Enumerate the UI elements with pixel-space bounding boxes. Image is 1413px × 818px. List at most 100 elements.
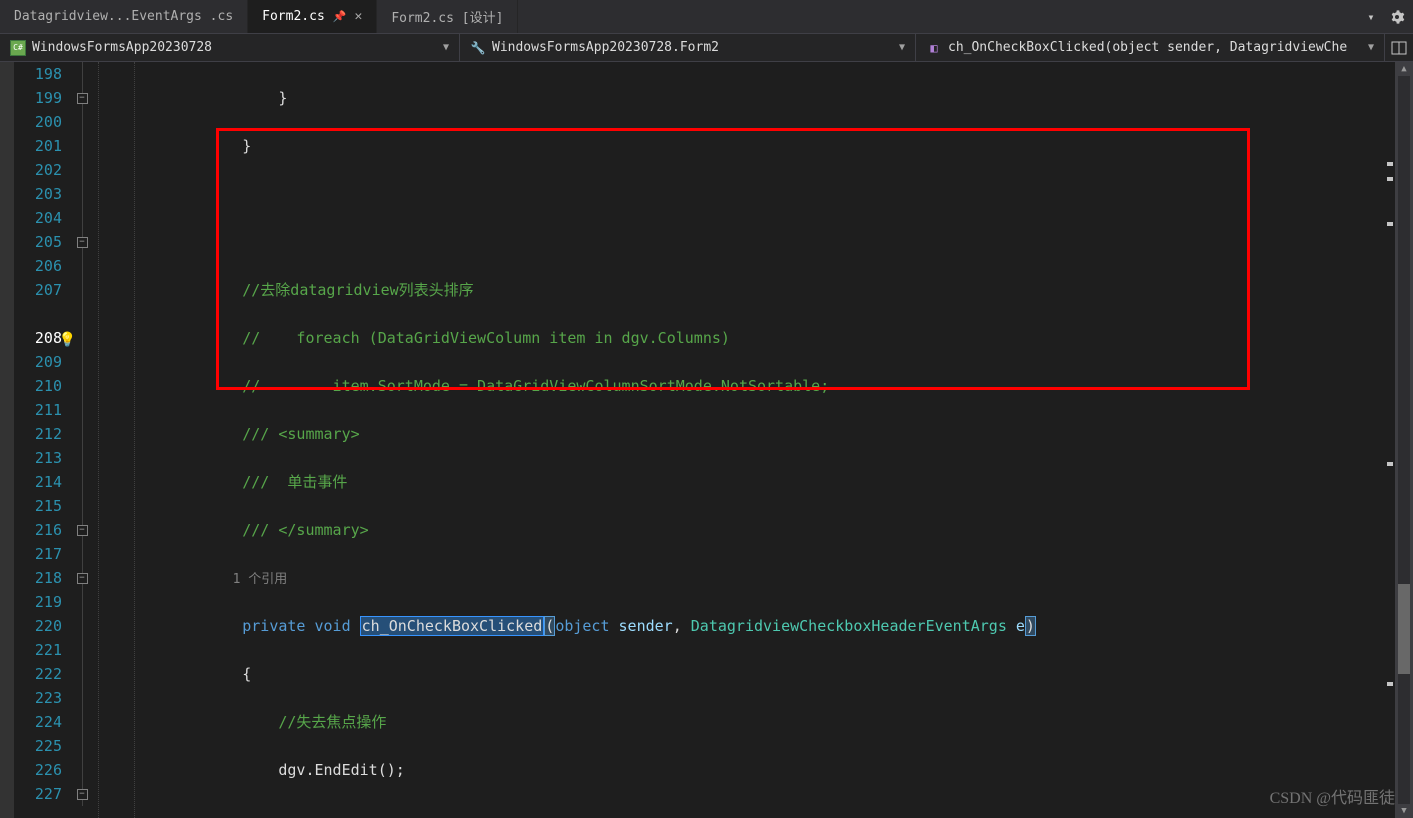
fold-marker[interactable]: − bbox=[70, 86, 94, 110]
pin-icon[interactable]: 📌 bbox=[333, 10, 347, 23]
line-number: 214 bbox=[14, 470, 62, 494]
fold-marker[interactable] bbox=[70, 398, 94, 422]
line-number: 219 bbox=[14, 590, 62, 614]
comment: //去除datagridview列表头排序 bbox=[170, 281, 474, 299]
nav-type-text: WindowsFormsApp20230728.Form2 bbox=[492, 40, 719, 55]
line-number-gutter: 198199200201202203204205206207 208💡20921… bbox=[14, 62, 70, 818]
nav-project-text: WindowsFormsApp20230728 bbox=[32, 40, 212, 55]
nav-member-text: ch_OnCheckBoxClicked(object sender, Data… bbox=[948, 40, 1347, 55]
xml-doc: /// 单击事件 bbox=[170, 473, 347, 491]
fold-marker[interactable] bbox=[70, 686, 94, 710]
fold-marker[interactable] bbox=[70, 374, 94, 398]
fold-marker[interactable]: − bbox=[70, 518, 94, 542]
nav-type-combo[interactable]: 🔧 WindowsFormsApp20230728.Form2 ▼ bbox=[460, 34, 916, 61]
line-number: 208💡 bbox=[14, 326, 62, 350]
fold-marker[interactable] bbox=[70, 638, 94, 662]
comment: //失去焦点操作 bbox=[170, 713, 386, 731]
comment: // foreach (DataGridViewColumn item in d… bbox=[170, 329, 730, 347]
editor-area[interactable]: 198199200201202203204205206207 208💡20921… bbox=[0, 62, 1413, 818]
line-number: 200 bbox=[14, 110, 62, 134]
split-editor-button[interactable] bbox=[1385, 34, 1413, 61]
fold-marker[interactable]: − bbox=[70, 566, 94, 590]
tab-label: Form2.cs bbox=[262, 9, 325, 24]
xml-doc: /// <summary> bbox=[170, 425, 360, 443]
fold-marker[interactable] bbox=[70, 158, 94, 182]
keyword: private bbox=[242, 617, 305, 635]
fold-marker[interactable]: − bbox=[70, 230, 94, 254]
tab-label: Datagridview...EventArgs .cs bbox=[14, 9, 233, 24]
line-number: 218 bbox=[14, 566, 62, 590]
line-number: 201 bbox=[14, 134, 62, 158]
codelens-references[interactable]: 1 个引用 bbox=[170, 572, 287, 587]
fold-marker[interactable] bbox=[70, 110, 94, 134]
fold-marker[interactable] bbox=[70, 710, 94, 734]
fold-marker[interactable] bbox=[70, 182, 94, 206]
fold-marker[interactable] bbox=[70, 62, 94, 86]
overflow-chevron-icon[interactable]: ▾ bbox=[1363, 9, 1379, 25]
tab-label: Form2.cs [设计] bbox=[391, 7, 503, 26]
editor-tab-bar: Datagridview...EventArgs .cs Form2.cs 📌 … bbox=[0, 0, 1413, 34]
fold-marker[interactable] bbox=[70, 326, 94, 350]
line-number: 223 bbox=[14, 686, 62, 710]
line-number: 211 bbox=[14, 398, 62, 422]
paren-close: ) bbox=[1025, 616, 1036, 636]
fold-marker[interactable] bbox=[70, 542, 94, 566]
fold-marker[interactable] bbox=[70, 446, 94, 470]
line-number: 212 bbox=[14, 422, 62, 446]
tabbar-right: ▾ bbox=[1363, 0, 1413, 33]
csharp-project-icon: C# bbox=[10, 40, 26, 56]
gear-icon[interactable] bbox=[1389, 9, 1405, 25]
indent-guides bbox=[94, 62, 166, 818]
fold-marker[interactable] bbox=[70, 422, 94, 446]
fold-marker[interactable] bbox=[70, 254, 94, 278]
line-number: 202 bbox=[14, 158, 62, 182]
fold-marker[interactable] bbox=[70, 134, 94, 158]
method-icon: ◧ bbox=[926, 40, 942, 56]
ide-root: Datagridview...EventArgs .cs Form2.cs 📌 … bbox=[0, 0, 1413, 818]
line-number: 217 bbox=[14, 542, 62, 566]
fold-marker[interactable] bbox=[70, 758, 94, 782]
fold-marker[interactable] bbox=[70, 494, 94, 518]
fold-marker[interactable] bbox=[70, 206, 94, 230]
line-number: 204 bbox=[14, 206, 62, 230]
fold-marker[interactable]: − bbox=[70, 782, 94, 806]
fold-marker[interactable] bbox=[70, 734, 94, 758]
line-number: 215 bbox=[14, 494, 62, 518]
code-text: { bbox=[170, 665, 251, 683]
keyword: void bbox=[315, 617, 351, 635]
tab-datagridview-eventargs[interactable]: Datagridview...EventArgs .cs bbox=[0, 0, 248, 33]
line-number: 222 bbox=[14, 662, 62, 686]
fold-marker[interactable] bbox=[70, 350, 94, 374]
tab-form2-designer[interactable]: Form2.cs [设计] bbox=[377, 0, 518, 33]
line-number: 220 bbox=[14, 614, 62, 638]
fold-marker[interactable] bbox=[70, 614, 94, 638]
type: DatagridviewCheckboxHeaderEventArgs bbox=[691, 617, 1007, 635]
comment: // item.SortMode = DataGridViewColumnSor… bbox=[170, 377, 829, 395]
scroll-down-arrow[interactable]: ▼ bbox=[1395, 804, 1413, 818]
vertical-scrollbar[interactable]: ▲ ▼ bbox=[1395, 62, 1413, 818]
line-number: 216 bbox=[14, 518, 62, 542]
fold-marker[interactable] bbox=[70, 470, 94, 494]
margin-strip bbox=[0, 62, 14, 818]
fold-marker[interactable] bbox=[70, 278, 94, 302]
line-number: 210 bbox=[14, 374, 62, 398]
method-name-highlight: ch_OnCheckBoxClicked bbox=[360, 616, 545, 636]
nav-member-combo[interactable]: ◧ ch_OnCheckBoxClicked(object sender, Da… bbox=[916, 34, 1385, 61]
fold-marker[interactable] bbox=[70, 662, 94, 686]
line-number: 203 bbox=[14, 182, 62, 206]
scroll-thumb[interactable] bbox=[1398, 584, 1410, 674]
fold-marker[interactable] bbox=[70, 590, 94, 614]
close-icon[interactable]: ✕ bbox=[354, 9, 362, 24]
scrollbar-markers bbox=[1387, 62, 1393, 818]
tab-form2-cs[interactable]: Form2.cs 📌 ✕ bbox=[248, 0, 377, 33]
code-content[interactable]: } } //去除datagridview列表头排序 // foreach (Da… bbox=[166, 62, 1413, 818]
xml-doc: /// </summary> bbox=[170, 521, 369, 539]
scroll-track[interactable] bbox=[1398, 76, 1410, 804]
code-text: } bbox=[170, 137, 251, 155]
code-text: dgv.EndEdit(); bbox=[170, 761, 405, 779]
nav-project-combo[interactable]: C# WindowsFormsApp20230728 ▼ bbox=[0, 34, 460, 61]
class-icon: 🔧 bbox=[470, 40, 486, 56]
param: sender bbox=[619, 617, 673, 635]
scroll-up-arrow[interactable]: ▲ bbox=[1395, 62, 1413, 76]
line-number: 206 bbox=[14, 254, 62, 278]
